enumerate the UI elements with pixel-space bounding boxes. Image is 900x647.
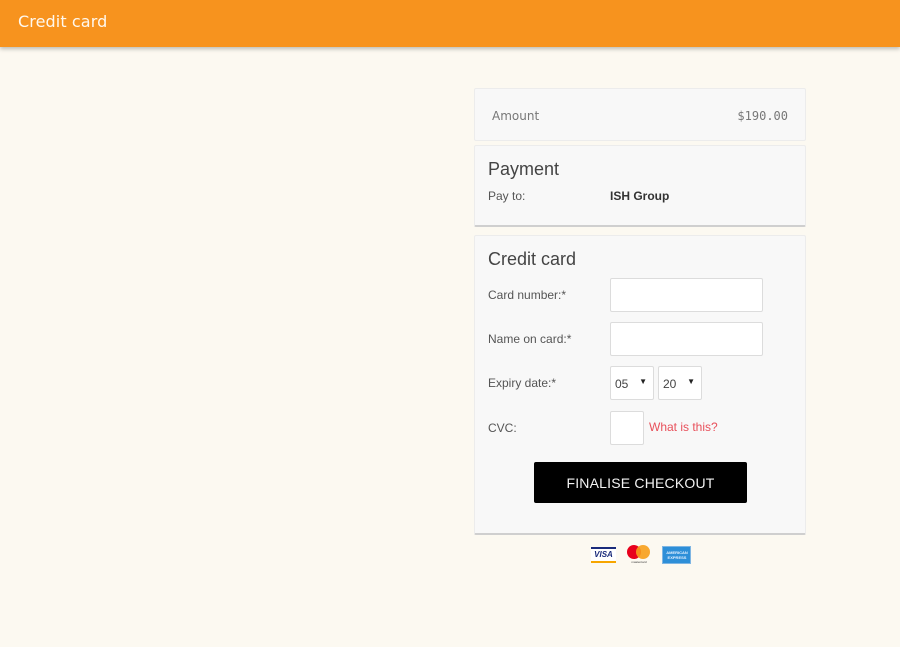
amount-summary: Amount $190.00	[474, 88, 806, 141]
dropdown-arrow-icon: ▼	[639, 377, 647, 386]
expiry-date-label: Expiry date:*	[488, 376, 557, 390]
card-number-label: Card number:*	[488, 288, 567, 302]
amount-label: Amount	[492, 109, 540, 123]
checkout-column: Amount $190.00 Payment Pay to: ISH Group…	[474, 88, 806, 535]
accepted-cards: VISA mastercard AMERICAN EXPRESS	[591, 545, 691, 565]
payment-heading: Payment	[488, 159, 560, 179]
name-on-card-label: Name on card:*	[488, 332, 572, 346]
expiry-month-value: 05	[615, 377, 629, 391]
cvc-input[interactable]	[610, 411, 644, 445]
finalise-checkout-button[interactable]: FINALISE CHECKOUT	[534, 462, 747, 503]
payment-section: Payment Pay to: ISH Group	[474, 145, 806, 227]
pay-to-value: ISH Group	[610, 189, 670, 203]
dropdown-arrow-icon: ▼	[687, 377, 695, 386]
expiry-month-select[interactable]: 05 ▼	[610, 366, 654, 400]
cvc-label: CVC:	[488, 421, 517, 435]
cvc-help-link[interactable]: What is this?	[649, 420, 718, 434]
amount-value: $190.00	[737, 109, 788, 123]
visa-icon: VISA	[591, 547, 616, 563]
card-number-input[interactable]	[610, 278, 763, 312]
expiry-year-select[interactable]: 20 ▼	[658, 366, 702, 400]
top-bar: Credit card	[0, 0, 900, 47]
expiry-year-value: 20	[663, 377, 677, 391]
credit-card-form: Credit card Card number:* Name on card:*…	[474, 235, 806, 535]
credit-card-heading: Credit card	[488, 249, 577, 269]
page-title: Credit card	[18, 12, 108, 31]
pay-to-label: Pay to:	[488, 189, 526, 203]
name-on-card-input[interactable]	[610, 322, 763, 356]
amex-icon: AMERICAN EXPRESS	[662, 546, 691, 564]
mastercard-icon: mastercard	[626, 545, 652, 565]
